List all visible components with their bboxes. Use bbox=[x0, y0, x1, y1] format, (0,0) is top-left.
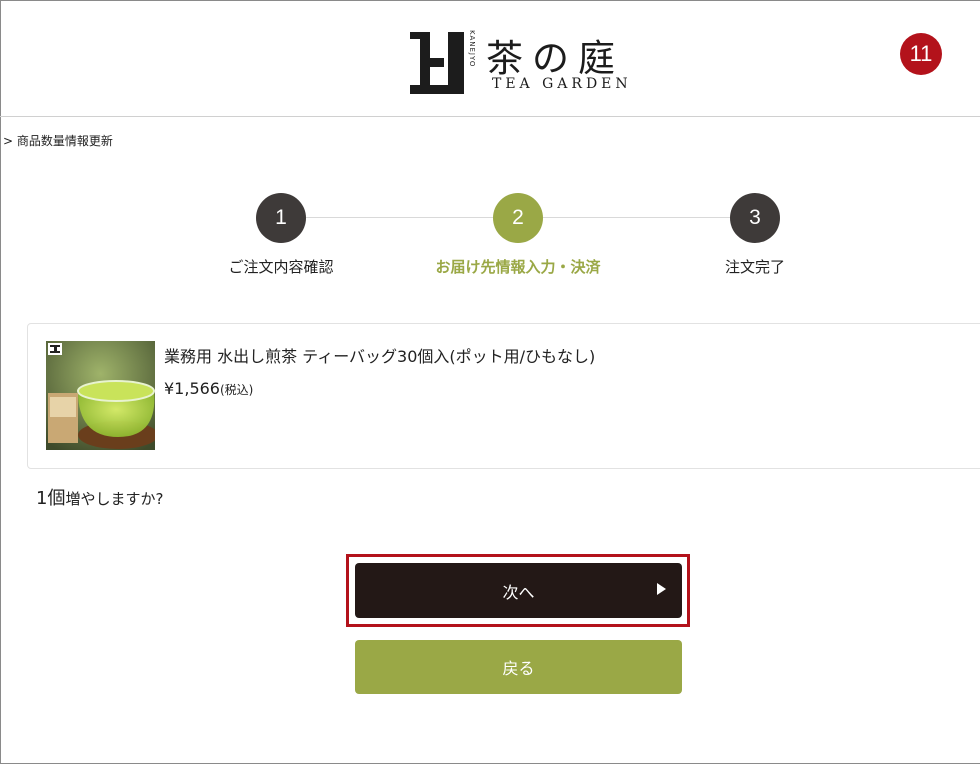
logo-japanese-text: 茶の庭 bbox=[486, 37, 624, 80]
step-3-circle: 3 bbox=[730, 193, 780, 243]
step-2-label: お届け先情報入力・決済 bbox=[435, 258, 601, 276]
step-3-label: 注文完了 bbox=[724, 258, 785, 276]
step-1-circle: 1 bbox=[256, 193, 306, 243]
back-button-label: 戻る bbox=[502, 659, 535, 678]
site-header: KANEJYO 茶の庭 TEA GARDEN 11 bbox=[0, 0, 980, 117]
product-name: 業務用 水出し煎茶 ティーバッグ30個入(ポット用/ひもなし) bbox=[164, 347, 596, 366]
quantity-count: 1個 bbox=[36, 488, 66, 509]
question-text: 増やしますか? bbox=[65, 490, 164, 508]
step-number-badge: 11 bbox=[900, 33, 942, 75]
logo-english-text: TEA GARDEN bbox=[492, 76, 632, 92]
step-1-label: ご注文内容確認 bbox=[228, 258, 334, 276]
logo-kana: KANEJYO bbox=[468, 30, 476, 68]
breadcrumb: > 商品数量情報更新 bbox=[3, 134, 113, 148]
green-tea-product-image bbox=[46, 341, 155, 450]
step-connector bbox=[306, 217, 493, 218]
step-connector bbox=[543, 217, 730, 218]
price-value: ¥1,566 bbox=[164, 379, 220, 398]
back-button[interactable]: 戻る bbox=[355, 640, 682, 694]
tax-note: (税込) bbox=[219, 383, 254, 397]
next-button-label: 次へ bbox=[502, 582, 535, 602]
next-button[interactable]: 次へ bbox=[355, 563, 682, 618]
step-2-circle: 2 bbox=[493, 193, 543, 243]
play-arrow-icon bbox=[657, 583, 666, 595]
logo-mark-icon bbox=[408, 30, 468, 96]
increase-quantity-question: 1個増やしますか? bbox=[36, 484, 163, 510]
site-logo[interactable] bbox=[408, 30, 468, 96]
product-price: ¥1,566(税込) bbox=[164, 379, 253, 398]
